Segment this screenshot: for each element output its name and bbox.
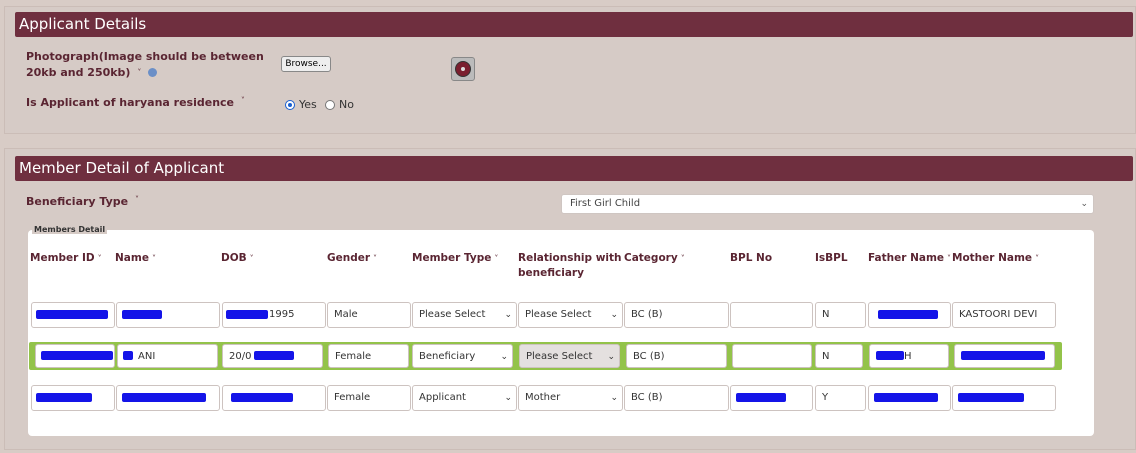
cell-isbpl[interactable]: N (815, 302, 866, 328)
photo-label: Photograph(Image should be between 20kb … (26, 49, 276, 81)
redaction (122, 393, 206, 402)
relationship-select[interactable]: Mother ⌄ (518, 385, 623, 411)
redaction (736, 393, 786, 402)
redaction (878, 310, 938, 319)
info-icon[interactable] (148, 68, 158, 77)
cell-bpl-no[interactable] (730, 302, 813, 328)
redaction (961, 351, 1045, 360)
member-type-select[interactable]: Applicant ⌄ (412, 385, 517, 411)
chevron-down-icon: ⌄ (1080, 199, 1088, 209)
chevron-down-icon: ⌄ (504, 393, 512, 403)
col-member-type: Member Type ˅ (412, 252, 499, 264)
cell-gender[interactable]: Male (327, 302, 411, 328)
required-marker: ˅ (240, 96, 245, 105)
residence-label-text: Is Applicant of haryana residence (26, 96, 235, 109)
radio-no[interactable] (325, 99, 335, 110)
redaction (231, 393, 293, 402)
relationship-value: Please Select (526, 351, 593, 362)
relationship-select[interactable]: Please Select ⌄ (518, 302, 623, 328)
beneficiary-type-label: Beneficiary Type ˅ (26, 195, 139, 208)
chevron-down-icon: ⌄ (610, 393, 618, 403)
redaction (122, 310, 162, 319)
cell-gender[interactable]: Female (328, 344, 409, 368)
cell-category[interactable]: BC (B) (624, 385, 729, 411)
col-bpl-no: BPL No (730, 252, 773, 264)
applicant-details-title: Applicant Details (15, 12, 1133, 37)
col-gender: Gender ˅ (327, 252, 378, 264)
cell-category[interactable]: BC (B) (626, 344, 727, 368)
relationship-value: Mother (525, 392, 561, 403)
radio-yes-label: Yes (299, 98, 317, 111)
photo-label-text: Photograph(Image should be between 20kb … (26, 50, 264, 79)
chevron-down-icon: ⌄ (500, 352, 508, 362)
member-type-value: Please Select (419, 309, 486, 320)
col-mother-name: Mother Name ˅ (952, 252, 1040, 264)
redaction (874, 393, 938, 402)
col-relationship: Relationship with beneficiary (518, 252, 622, 279)
redaction (254, 351, 294, 360)
residence-yes-option[interactable]: Yes (285, 98, 317, 111)
col-dob: DOB ˅ (221, 252, 254, 264)
relationship-value: Please Select (525, 309, 592, 320)
cell-isbpl[interactable]: N (815, 344, 863, 368)
required-marker: ˅ (137, 68, 142, 77)
chevron-down-icon: ⌄ (504, 310, 512, 320)
photo-preview-icon (451, 57, 475, 81)
redaction (226, 310, 268, 319)
redaction (958, 393, 1024, 402)
relationship-select[interactable]: Please Select ⌄ (519, 344, 620, 368)
applicant-details-panel: Applicant Details Photograph(Image shoul… (4, 6, 1136, 134)
chevron-down-icon: ⌄ (607, 352, 615, 362)
residence-label: Is Applicant of haryana residence ˅ (26, 96, 245, 109)
member-type-value: Applicant (419, 392, 466, 403)
col-name: Name ˅ (115, 252, 156, 264)
beneficiary-type-value: First Girl Child (570, 198, 641, 209)
cell-bpl-no[interactable] (732, 344, 812, 368)
cell-gender[interactable]: Female (327, 385, 411, 411)
redaction (123, 351, 133, 360)
col-category: Category ˅ (624, 252, 685, 264)
required-marker: ˅ (134, 195, 139, 204)
member-type-value: Beneficiary (419, 351, 476, 362)
radio-no-label: No (339, 98, 354, 111)
member-type-select[interactable]: Beneficiary ⌄ (412, 344, 513, 368)
col-isbpl: IsBPL (815, 252, 848, 264)
cell-category[interactable]: BC (B) (624, 302, 729, 328)
members-detail-legend: Members Detail (32, 225, 108, 234)
residence-no-option[interactable]: No (325, 98, 354, 111)
redaction (36, 310, 108, 319)
redaction (36, 393, 92, 402)
cell-isbpl[interactable]: Y (815, 385, 866, 411)
member-type-select[interactable]: Please Select ⌄ (412, 302, 517, 328)
col-father-name: Father Name ˅ (868, 252, 952, 264)
redaction (876, 351, 904, 360)
browse-button[interactable]: Browse... (281, 56, 331, 72)
member-detail-title: Member Detail of Applicant (15, 156, 1133, 181)
cell-mother-name[interactable]: KASTOORI DEVI (952, 302, 1056, 328)
beneficiary-type-label-text: Beneficiary Type (26, 195, 129, 208)
radio-yes[interactable] (285, 99, 295, 110)
beneficiary-type-select[interactable]: First Girl Child ⌄ (561, 194, 1094, 214)
redaction (41, 351, 113, 360)
chevron-down-icon: ⌄ (610, 310, 618, 320)
col-member-id: Member ID ˅ (30, 252, 102, 264)
member-detail-panel: Member Detail of Applicant Beneficiary T… (4, 148, 1136, 450)
